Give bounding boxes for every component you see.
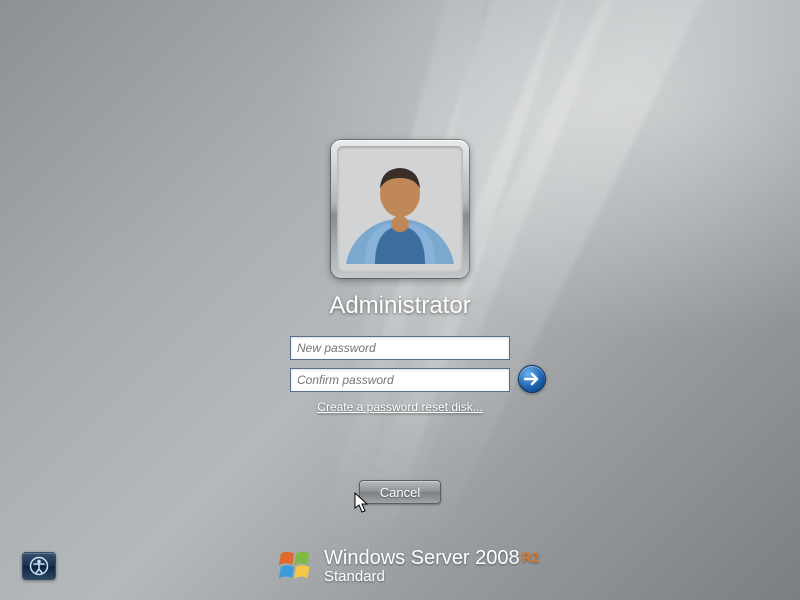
windows-logo-icon [278,548,316,586]
product-year: 2008 [475,547,520,569]
username-label: Administrator [329,292,470,320]
login-panel: Administrator Create a password reset di… [290,140,510,414]
create-reset-disk-link[interactable]: Create a password reset disk... [317,400,482,414]
cancel-button[interactable]: Cancel [359,480,441,504]
user-avatar [337,146,463,272]
arrow-right-icon [524,372,540,386]
product-suffix: R2 [522,549,540,565]
submit-button[interactable] [518,365,546,393]
ease-of-access-button[interactable] [22,552,56,580]
password-fields [290,336,510,392]
branding-text: Windows Server 2008R2 Standard [324,548,540,585]
ease-of-access-icon [29,556,49,576]
user-avatar-frame [331,140,469,278]
confirm-password-input[interactable] [290,368,510,392]
new-password-input[interactable] [290,336,510,360]
product-prefix: Windows Server [324,547,470,569]
branding: Windows Server 2008R2 Standard [278,548,540,586]
product-edition: Standard [324,569,540,585]
product-name: Windows Server 2008R2 [324,548,540,569]
user-avatar-icon [345,154,455,264]
